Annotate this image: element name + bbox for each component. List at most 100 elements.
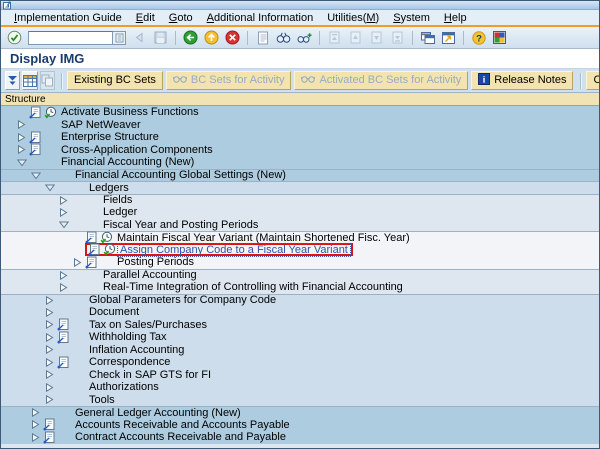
shortcut-icon[interactable] <box>438 28 459 47</box>
tree-item-label[interactable]: Inflation Accounting <box>87 344 186 356</box>
toolbar-separator <box>247 31 248 45</box>
menu-item-edit[interactable]: Edit <box>129 12 162 24</box>
tree-item-label[interactable]: Authorizations <box>87 381 161 393</box>
documentation-icon[interactable] <box>85 256 98 269</box>
tree-item-label[interactable]: Ledgers <box>87 182 131 194</box>
tree-indent <box>1 224 59 225</box>
tree-item-icons <box>43 418 73 431</box>
back-icon[interactable] <box>180 28 201 47</box>
tree-item-label[interactable]: Financial Accounting Global Settings (Ne… <box>73 169 288 181</box>
command-input[interactable] <box>28 31 113 45</box>
collapse-arrow-icon[interactable] <box>45 183 57 192</box>
tree-row: Financial Accounting (New) <box>1 156 599 169</box>
menu-item-additional-information[interactable]: Additional Information <box>200 12 321 24</box>
tree-item-label[interactable]: Fields <box>101 194 134 206</box>
tree-item-label[interactable]: Maintain Fiscal Year Variant (Maintain S… <box>115 232 412 244</box>
change-log-button[interactable]: Change Log <box>586 71 600 90</box>
tree-item-label[interactable]: Check in SAP GTS for FI <box>87 369 213 381</box>
tree-item-label[interactable]: Cross-Application Components <box>59 144 215 156</box>
command-dropdown-icon[interactable] <box>113 31 126 45</box>
print-icon[interactable] <box>252 28 273 47</box>
tree-row: Ledgers <box>1 181 599 194</box>
documentation-icon[interactable] <box>57 318 70 331</box>
find-next-icon[interactable] <box>294 28 315 47</box>
expand-arrow-icon[interactable] <box>31 420 43 429</box>
tree-item-label[interactable]: Parallel Accounting <box>101 269 199 281</box>
expand-arrow-icon[interactable] <box>45 358 57 367</box>
expand-arrow-icon[interactable] <box>45 370 57 379</box>
menu-item-help[interactable]: Help <box>437 12 474 24</box>
expand-arrow-icon[interactable] <box>31 433 43 442</box>
tree-item-label[interactable]: Posting Periods <box>115 256 196 268</box>
info-icon: i <box>478 73 490 88</box>
expand-arrow-icon[interactable] <box>59 196 71 205</box>
tree-item-label[interactable]: SAP NetWeaver <box>59 119 143 131</box>
tree-item-label[interactable]: Document <box>87 306 141 318</box>
tree-item-label[interactable]: Contract Accounts Receivable and Payable <box>73 431 288 443</box>
expand-arrow-icon[interactable] <box>45 296 57 305</box>
documentation-icon[interactable] <box>43 431 56 444</box>
tree-item-label[interactable]: Assign Company Code to a Fiscal Year Var… <box>118 244 350 256</box>
change-log-label: Change Log <box>593 75 600 86</box>
cancel-icon[interactable] <box>222 28 243 47</box>
exit-icon[interactable] <box>201 28 222 47</box>
new-session-icon[interactable] <box>417 28 438 47</box>
tree-item-label[interactable]: Real-Time Integration of Controlling wit… <box>101 281 405 293</box>
menu-item-system[interactable]: System <box>386 12 437 24</box>
existing-bc-sets-button[interactable]: Existing BC Sets <box>67 71 163 90</box>
documentation-icon[interactable] <box>57 356 70 369</box>
documentation-icon[interactable] <box>88 243 101 256</box>
documentation-icon[interactable] <box>29 106 42 119</box>
documentation-icon[interactable] <box>29 131 42 144</box>
activated-bc-sets-for-activity-label: Activated BC Sets for Activity <box>319 75 461 86</box>
execute-activity-icon[interactable] <box>103 243 116 256</box>
expand-arrow-icon[interactable] <box>45 395 57 404</box>
tree-item-label[interactable]: Tools <box>87 394 117 406</box>
find-icon[interactable] <box>273 28 294 47</box>
tree-item-label[interactable]: Tax on Sales/Purchases <box>87 319 209 331</box>
expand-arrow-icon[interactable] <box>59 208 71 217</box>
expand-arrow-icon[interactable] <box>17 145 29 154</box>
tree-item-label[interactable]: Withholding Tax <box>87 331 168 343</box>
tree-row: Contract Accounts Receivable and Payable <box>1 431 599 444</box>
expand-arrow-icon[interactable] <box>31 408 43 417</box>
documentation-icon[interactable] <box>43 418 56 431</box>
tree-indent <box>1 424 31 425</box>
tree-item-label[interactable]: Activate Business Functions <box>59 106 201 118</box>
layout-icon[interactable] <box>489 28 510 47</box>
tree-item-label[interactable]: Global Parameters for Company Code <box>87 294 278 306</box>
expand-arrow-icon[interactable] <box>17 120 29 129</box>
documentation-icon[interactable] <box>57 331 70 344</box>
tree-item-label[interactable]: Fiscal Year and Posting Periods <box>101 219 260 231</box>
expand-arrow-icon[interactable] <box>59 271 71 280</box>
expand-arrow-icon[interactable] <box>45 383 57 392</box>
tree-row: Inflation Accounting <box>1 344 599 357</box>
tree-item-label[interactable]: Financial Accounting (New) <box>59 156 196 168</box>
collapse-arrow-icon[interactable] <box>31 171 43 180</box>
enter-icon[interactable] <box>4 28 25 47</box>
menu-item-goto[interactable]: Goto <box>162 12 200 24</box>
collapse-arrow-icon[interactable] <box>59 220 71 229</box>
release-notes-button[interactable]: iRelease Notes <box>471 71 573 90</box>
help-icon[interactable]: ? <box>468 28 489 47</box>
tree-item-label[interactable]: Accounts Receivable and Accounts Payable <box>73 419 292 431</box>
expand-arrow-icon[interactable] <box>45 345 57 354</box>
expand-arrow-icon[interactable] <box>45 320 57 329</box>
expand-arrow-icon[interactable] <box>45 308 57 317</box>
execute-activity-icon[interactable] <box>44 106 57 119</box>
menu-item-utilities-m-[interactable]: Utilities(M) <box>320 12 386 24</box>
documentation-icon[interactable] <box>29 143 42 156</box>
tree-item-label[interactable]: Ledger <box>101 206 139 218</box>
expand-arrow-icon[interactable] <box>17 133 29 142</box>
expand-arrow-icon[interactable] <box>73 258 85 267</box>
expand-arrow-icon[interactable] <box>59 283 71 292</box>
display-table-icon-button[interactable] <box>22 71 38 90</box>
window-menu-icon[interactable] <box>3 1 12 10</box>
choose-icon-button[interactable] <box>5 71 20 90</box>
collapse-arrow-icon[interactable] <box>17 158 29 167</box>
tree-item-label[interactable]: Correspondence <box>87 356 172 368</box>
tree-item-label[interactable]: General Ledger Accounting (New) <box>73 407 243 419</box>
menu-item-implementation-guide[interactable]: Implementation Guide <box>7 12 129 24</box>
tree-item-label[interactable]: Enterprise Structure <box>59 131 161 143</box>
expand-arrow-icon[interactable] <box>45 333 57 342</box>
